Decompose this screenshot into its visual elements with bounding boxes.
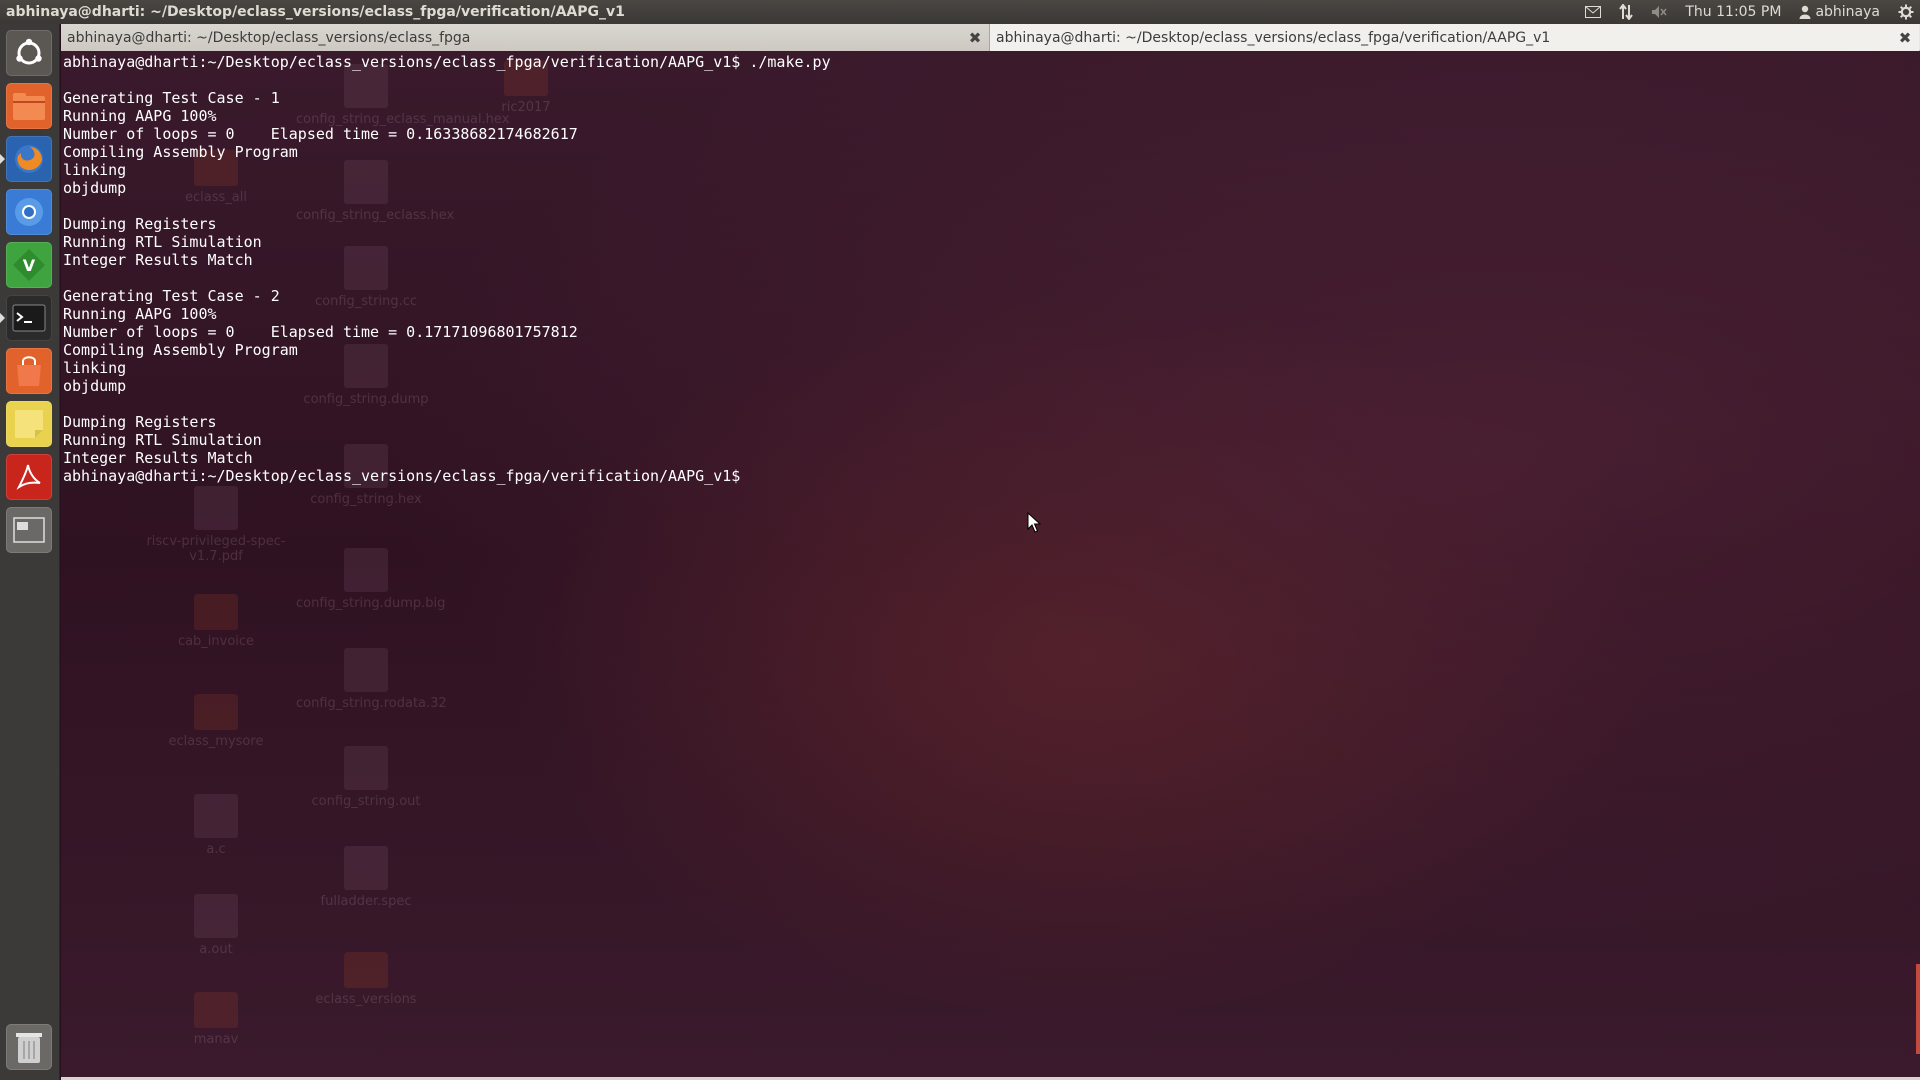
software-center-button[interactable] bbox=[6, 348, 52, 394]
firefox-button[interactable] bbox=[0, 136, 52, 182]
console-line: Generating Test Case - 1 bbox=[63, 89, 280, 107]
console-line: Integer Results Match bbox=[63, 449, 253, 467]
tab-aapg-v1[interactable]: abhinaya@dharti: ~/Desktop/eclass_versio… bbox=[990, 24, 1919, 51]
network-arrows-icon[interactable] bbox=[1619, 4, 1634, 20]
terminal-button[interactable] bbox=[0, 295, 52, 341]
gear-icon[interactable] bbox=[1898, 4, 1914, 20]
console-line: Running AAPG 100% bbox=[63, 305, 217, 323]
shopping-bag-icon bbox=[17, 356, 41, 386]
console-line: Dumping Registers bbox=[63, 413, 217, 431]
trash-icon bbox=[16, 1033, 42, 1063]
person-icon bbox=[1799, 5, 1811, 19]
console-line: Compiling Assembly Program bbox=[63, 143, 298, 161]
firefox-icon bbox=[15, 145, 43, 173]
workspace-switcher-button[interactable] bbox=[6, 507, 52, 553]
trash-button[interactable] bbox=[6, 1024, 52, 1070]
terminal-tab-bar: abhinaya@dharti: ~/Desktop/eclass_versio… bbox=[61, 24, 1920, 51]
user-menu[interactable]: abhinaya bbox=[1799, 4, 1880, 20]
pdf-reader-button[interactable] bbox=[6, 454, 52, 500]
file-manager-icon bbox=[13, 93, 45, 120]
dash-home-button[interactable] bbox=[6, 30, 52, 76]
window-title: abhinaya@dharti: ~/Desktop/eclass_versio… bbox=[6, 4, 625, 20]
notes-button[interactable] bbox=[6, 401, 52, 447]
console-line: Running RTL Simulation bbox=[63, 431, 262, 449]
sticky-note-icon bbox=[15, 410, 43, 438]
console-line: Dumping Registers bbox=[63, 215, 217, 233]
console-line: linking bbox=[63, 161, 127, 179]
ubuntu-logo-icon bbox=[16, 38, 42, 65]
terminal-output[interactable]: abhinaya@dharti:~/Desktop/eclass_version… bbox=[63, 53, 1903, 1073]
terminal-icon bbox=[12, 304, 46, 332]
console-line: Compiling Assembly Program bbox=[63, 341, 298, 359]
console-line: objdump bbox=[63, 179, 127, 197]
console-line: Generating Test Case - 2 bbox=[63, 287, 280, 305]
indicator-area: Thu 11:05 PM abhinaya bbox=[1585, 4, 1914, 20]
vim-icon: V bbox=[13, 249, 45, 281]
launcher: V bbox=[0, 24, 60, 1080]
console-line: abhinaya@dharti:~/Desktop/eclass_version… bbox=[63, 467, 750, 485]
svg-text:V: V bbox=[23, 256, 36, 275]
tab-label: abhinaya@dharti: ~/Desktop/eclass_versio… bbox=[996, 29, 1551, 46]
console-line: Running AAPG 100% bbox=[63, 107, 217, 125]
tab-eclass-fpga[interactable]: abhinaya@dharti: ~/Desktop/eclass_versio… bbox=[61, 24, 990, 51]
console-line: abhinaya@dharti:~/Desktop/eclass_version… bbox=[63, 53, 831, 71]
scrollbar[interactable] bbox=[1916, 964, 1920, 1054]
chromium-button[interactable] bbox=[6, 189, 52, 235]
files-button[interactable] bbox=[6, 83, 52, 129]
tab-label: abhinaya@dharti: ~/Desktop/eclass_versio… bbox=[67, 29, 471, 46]
console-line: linking bbox=[63, 359, 127, 377]
console-line: Integer Results Match bbox=[63, 251, 253, 269]
close-icon[interactable]: ✖ bbox=[1897, 30, 1913, 46]
console-line: Number of loops = 0 Elapsed time = 0.163… bbox=[63, 125, 578, 143]
speaker-muted-icon[interactable] bbox=[1651, 5, 1667, 19]
console-line: Number of loops = 0 Elapsed time = 0.171… bbox=[63, 323, 578, 341]
mouse-pointer-icon bbox=[1027, 512, 1041, 533]
workspace-icon bbox=[13, 517, 45, 543]
clock[interactable]: Thu 11:05 PM bbox=[1685, 4, 1781, 20]
chromium-icon bbox=[15, 198, 43, 226]
close-icon[interactable]: ✖ bbox=[967, 30, 983, 46]
vim-button[interactable]: V bbox=[6, 242, 52, 288]
console-line: Running RTL Simulation bbox=[63, 233, 262, 251]
envelope-icon[interactable] bbox=[1585, 6, 1602, 18]
top-panel: abhinaya@dharti: ~/Desktop/eclass_versio… bbox=[0, 0, 1920, 24]
terminal-window[interactable]: ric2017 config_string_eclass_manual.hex … bbox=[61, 24, 1920, 1080]
console-line: objdump bbox=[63, 377, 127, 395]
acrobat-icon bbox=[16, 464, 41, 490]
user-name: abhinaya bbox=[1815, 4, 1880, 20]
